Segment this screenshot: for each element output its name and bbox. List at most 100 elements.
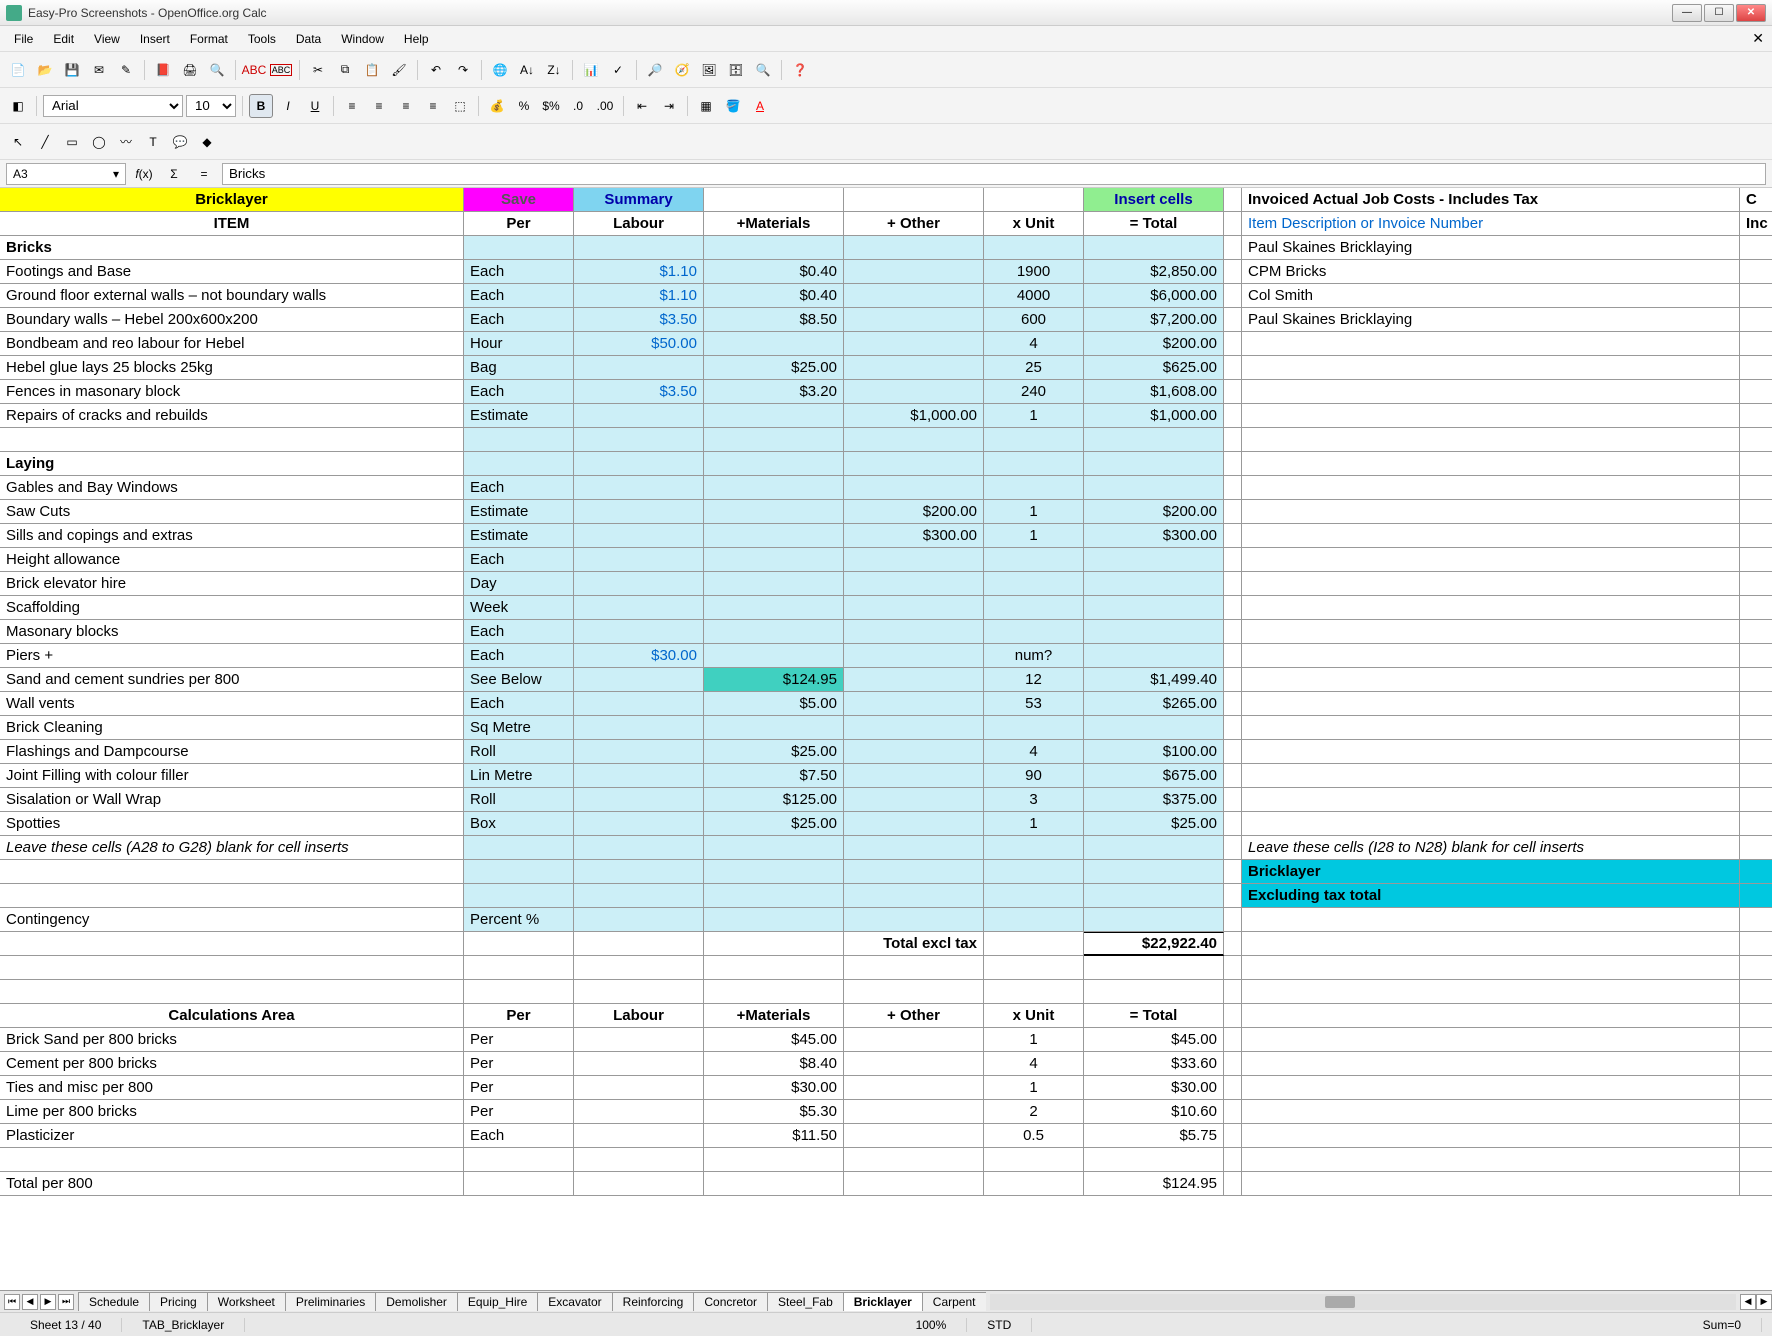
per-cell[interactable]: Estimate xyxy=(464,404,574,428)
status-zoom[interactable]: 100% xyxy=(896,1318,968,1332)
item-cell[interactable]: Sills and copings and extras xyxy=(0,524,464,548)
labour-cell[interactable] xyxy=(574,572,704,596)
spellcheck-icon[interactable]: ABC xyxy=(242,58,266,82)
materials-cell[interactable]: $0.40 xyxy=(704,260,844,284)
total-cell[interactable]: $375.00 xyxy=(1084,788,1224,812)
labour-cell[interactable]: $50.00 xyxy=(574,332,704,356)
sheet-tab-worksheet[interactable]: Worksheet xyxy=(207,1292,286,1311)
minimize-button[interactable]: — xyxy=(1672,4,1702,22)
other-cell[interactable] xyxy=(844,740,984,764)
item-cell[interactable]: Spotties xyxy=(0,812,464,836)
total-cell[interactable] xyxy=(1084,596,1224,620)
sheet-tab-demolisher[interactable]: Demolisher xyxy=(375,1292,458,1311)
unit-cell[interactable] xyxy=(984,572,1084,596)
menu-insert[interactable]: Insert xyxy=(130,28,180,50)
undo-icon[interactable]: ↶ xyxy=(424,58,448,82)
labour-cell[interactable]: $30.00 xyxy=(574,644,704,668)
tab-next-icon[interactable]: ▶ xyxy=(40,1294,56,1310)
materials-cell[interactable] xyxy=(704,404,844,428)
autospell-icon[interactable]: ABC xyxy=(269,58,293,82)
copy-icon[interactable]: ⧉ xyxy=(333,58,357,82)
currency-icon[interactable]: 💰 xyxy=(485,94,509,118)
find-icon[interactable]: 🔎 xyxy=(643,58,667,82)
per-cell[interactable]: Roll xyxy=(464,740,574,764)
other-cell[interactable] xyxy=(844,476,984,500)
invoice-row[interactable]: Paul Skaines Bricklaying xyxy=(1242,236,1740,260)
invoice-row[interactable] xyxy=(1242,380,1740,404)
materials-cell[interactable]: $125.00 xyxy=(704,788,844,812)
per-cell[interactable]: Sq Metre xyxy=(464,716,574,740)
item-cell[interactable]: Masonary blocks xyxy=(0,620,464,644)
menu-help[interactable]: Help xyxy=(394,28,439,50)
item-cell[interactable]: Gables and Bay Windows xyxy=(0,476,464,500)
unit-cell[interactable]: 90 xyxy=(984,764,1084,788)
item-cell[interactable]: Sand and cement sundries per 800 xyxy=(0,668,464,692)
invoice-row[interactable] xyxy=(1242,332,1740,356)
save-button[interactable]: Save xyxy=(464,188,574,212)
sheet-tab-equip_hire[interactable]: Equip_Hire xyxy=(457,1292,538,1311)
sheet-tab-bricklayer[interactable]: Bricklayer xyxy=(843,1292,923,1311)
sheet-tab-excavator[interactable]: Excavator xyxy=(537,1292,612,1311)
total-cell[interactable]: $6,000.00 xyxy=(1084,284,1224,308)
calc-item[interactable]: Ties and misc per 800 xyxy=(0,1076,464,1100)
item-cell[interactable]: Hebel glue lays 25 blocks 25kg xyxy=(0,356,464,380)
total-cell[interactable] xyxy=(1084,716,1224,740)
materials-cell[interactable] xyxy=(704,500,844,524)
new-icon[interactable]: 📄 xyxy=(6,58,30,82)
per-cell[interactable]: Each xyxy=(464,308,574,332)
labour-cell[interactable] xyxy=(574,500,704,524)
other-cell[interactable] xyxy=(844,620,984,644)
calc-unit-cell[interactable]: 2 xyxy=(984,1100,1084,1124)
invoice-row[interactable]: CPM Bricks xyxy=(1242,260,1740,284)
sheet-tab-reinforcing[interactable]: Reinforcing xyxy=(612,1292,695,1311)
per-cell[interactable]: Week xyxy=(464,596,574,620)
per-cell[interactable]: Each xyxy=(464,380,574,404)
shapes-icon[interactable]: ◆ xyxy=(195,130,219,154)
menu-view[interactable]: View xyxy=(84,28,130,50)
labour-cell[interactable] xyxy=(574,812,704,836)
unit-cell[interactable]: 240 xyxy=(984,380,1084,404)
other-cell[interactable] xyxy=(844,668,984,692)
menu-data[interactable]: Data xyxy=(286,28,331,50)
materials-cell[interactable] xyxy=(704,524,844,548)
other-cell[interactable] xyxy=(844,260,984,284)
zoom-icon[interactable]: 🔍 xyxy=(751,58,775,82)
item-cell[interactable]: Brick Cleaning xyxy=(0,716,464,740)
hyperlink-icon[interactable]: 🌐 xyxy=(488,58,512,82)
labour-cell[interactable]: $1.10 xyxy=(574,284,704,308)
sort-asc-icon[interactable]: A↓ xyxy=(515,58,539,82)
show-draw-icon[interactable]: ✓ xyxy=(606,58,630,82)
item-cell[interactable]: Fences in masonary block xyxy=(0,380,464,404)
item-cell[interactable]: Ground floor external walls – not bounda… xyxy=(0,284,464,308)
unit-cell[interactable]: 600 xyxy=(984,308,1084,332)
calc-mat-cell[interactable]: $5.30 xyxy=(704,1100,844,1124)
sheet-tab-carpent[interactable]: Carpent xyxy=(922,1292,986,1311)
chevron-down-icon[interactable]: ▾ xyxy=(113,167,119,181)
unit-cell[interactable] xyxy=(984,716,1084,740)
labour-cell[interactable]: $1.10 xyxy=(574,260,704,284)
tab-prev-icon[interactable]: ◀ xyxy=(22,1294,38,1310)
per-cell[interactable]: Estimate xyxy=(464,524,574,548)
item-cell[interactable]: Piers + xyxy=(0,644,464,668)
materials-cell[interactable]: $5.00 xyxy=(704,692,844,716)
labour-cell[interactable]: $3.50 xyxy=(574,380,704,404)
cut-icon[interactable]: ✂ xyxy=(306,58,330,82)
underline-button[interactable]: U xyxy=(303,94,327,118)
calc-mat-cell[interactable]: $11.50 xyxy=(704,1124,844,1148)
calc-total-cell[interactable]: $33.60 xyxy=(1084,1052,1224,1076)
item-cell[interactable]: Flashings and Dampcourse xyxy=(0,740,464,764)
maximize-button[interactable]: ☐ xyxy=(1704,4,1734,22)
total-cell[interactable]: $7,200.00 xyxy=(1084,308,1224,332)
tab-last-icon[interactable]: ⏭ xyxy=(58,1294,74,1310)
per-cell[interactable]: Hour xyxy=(464,332,574,356)
horizontal-scrollbar[interactable] xyxy=(990,1294,1737,1310)
other-cell[interactable]: $200.00 xyxy=(844,500,984,524)
other-cell[interactable] xyxy=(844,380,984,404)
calc-total-cell[interactable]: $10.60 xyxy=(1084,1100,1224,1124)
calc-mat-cell[interactable]: $30.00 xyxy=(704,1076,844,1100)
sheet-tab-schedule[interactable]: Schedule xyxy=(78,1292,150,1311)
item-cell[interactable]: Joint Filling with colour filler xyxy=(0,764,464,788)
materials-cell[interactable]: $25.00 xyxy=(704,740,844,764)
save-icon[interactable]: 💾 xyxy=(60,58,84,82)
unit-cell[interactable] xyxy=(984,596,1084,620)
